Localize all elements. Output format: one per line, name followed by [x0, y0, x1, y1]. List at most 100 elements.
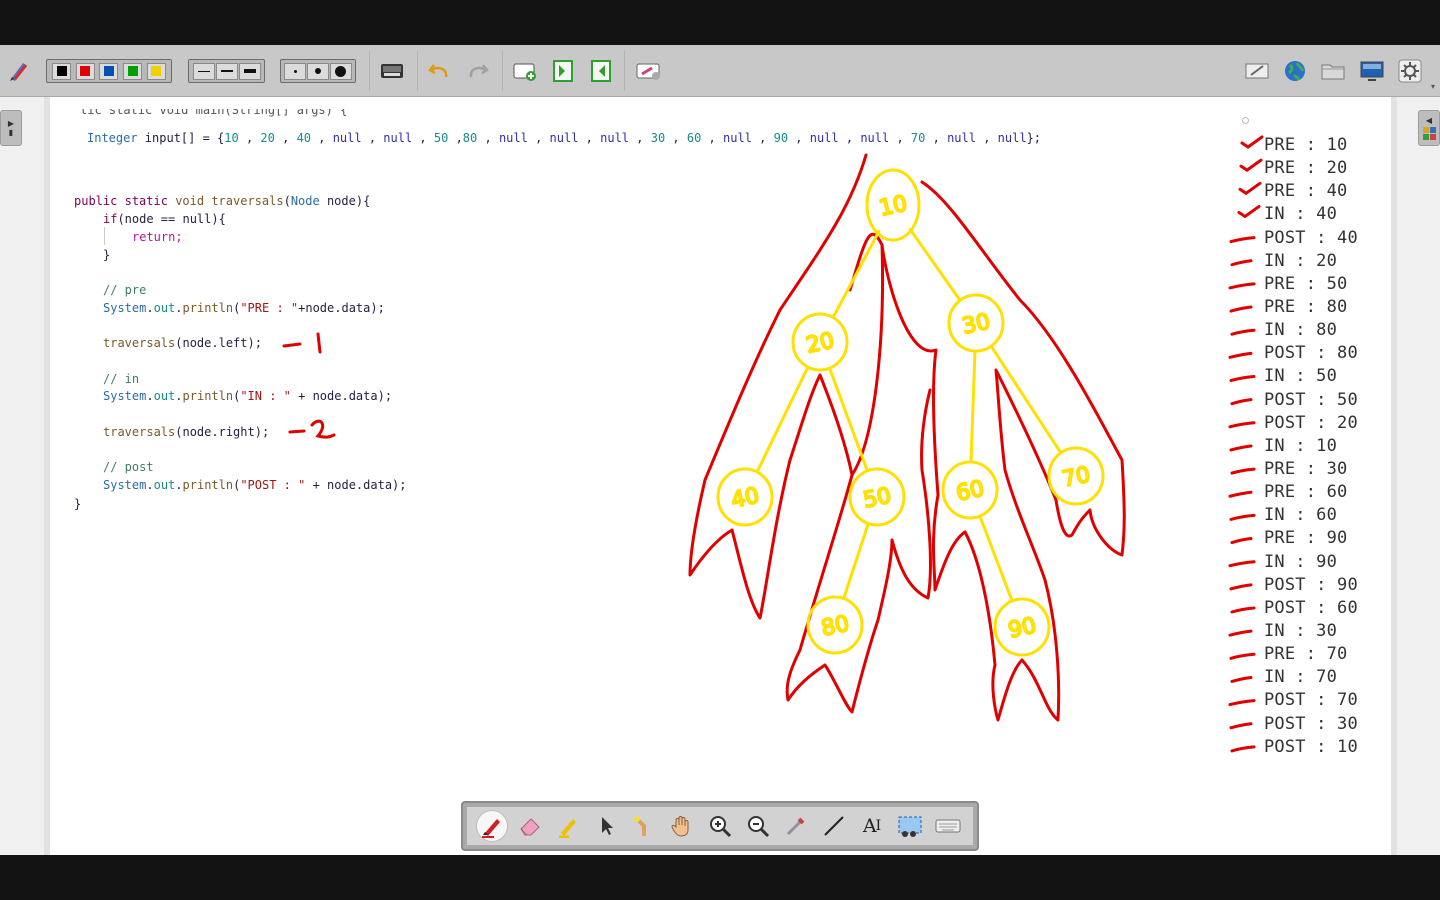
toolbar-separator	[624, 51, 625, 91]
mark-one	[316, 332, 322, 354]
output-line: IN : 90	[1264, 551, 1338, 572]
color-blue-swatch[interactable]	[99, 62, 119, 80]
app-grid-icon	[1422, 127, 1436, 140]
tree-node-30: 30	[947, 293, 1005, 353]
toolbar-separator	[417, 51, 418, 91]
highlighter-icon[interactable]	[552, 810, 584, 842]
code-if-line: if(node == null){	[103, 212, 226, 226]
tree-node-label: 30	[960, 309, 993, 339]
color-black-swatch[interactable]	[52, 62, 72, 80]
tree-edge-30-60	[969, 351, 977, 462]
output-line: IN : 20	[1264, 250, 1338, 271]
code-traverse-left: traversals(node.left);	[103, 336, 262, 350]
keyboard-icon[interactable]	[932, 810, 964, 842]
tick-mark	[1228, 560, 1256, 568]
tree-edge-10-30	[908, 228, 961, 300]
tick-mark	[1228, 490, 1253, 498]
globe-icon[interactable]	[1282, 59, 1308, 83]
tree-node-70: 70	[1047, 446, 1105, 506]
screenshot-icon[interactable]	[894, 810, 926, 842]
code-method-signature: public static void traversals(Node node)…	[74, 194, 371, 208]
settings-gear-icon[interactable]	[1397, 59, 1423, 83]
eraser-icon[interactable]	[514, 810, 546, 842]
line-thick-button[interactable]	[238, 62, 261, 80]
new-page-icon[interactable]	[512, 59, 538, 83]
tick-mark	[1229, 652, 1256, 660]
point-large-button[interactable]	[329, 62, 352, 80]
screen-icon[interactable]	[1358, 59, 1386, 83]
tree-edge-20-40	[756, 367, 809, 472]
tree-node-10: 10	[865, 168, 921, 242]
line-width-selector	[188, 59, 265, 83]
code-print-in: System.out.println("IN : " + node.data);	[103, 389, 393, 403]
pointer-icon[interactable]	[590, 810, 622, 842]
output-line: IN : 70	[1264, 667, 1338, 688]
tree-edge-60-90	[979, 516, 1013, 601]
tick-mark	[1230, 745, 1256, 753]
mark-two	[310, 419, 336, 439]
letterbox-top	[0, 0, 1440, 45]
output-line: POST : 60	[1264, 597, 1358, 618]
color-picker-icon[interactable]	[780, 810, 812, 842]
output-line: IN : 40	[1264, 204, 1338, 225]
tree-node-label: 90	[1006, 613, 1039, 643]
tree-edge-10-20	[832, 229, 881, 318]
hand-icon[interactable]	[666, 810, 698, 842]
tick-mark	[1230, 398, 1253, 406]
folder-icon[interactable]	[1320, 59, 1346, 83]
tree-node-80: 80	[806, 595, 864, 655]
tree-node-label: 60	[954, 476, 987, 506]
zoom-out-icon[interactable]	[742, 810, 774, 842]
tick-mark	[1228, 421, 1256, 429]
clear-page-icon[interactable]	[635, 59, 663, 83]
pens-menu-icon[interactable]	[6, 59, 32, 83]
code-return-line: return;	[132, 230, 183, 244]
output-line: POST : 70	[1264, 690, 1358, 711]
tick-mark	[1229, 722, 1253, 730]
tree-node-40: 40	[716, 467, 774, 527]
text-icon[interactable]: AI	[856, 810, 888, 842]
tree-node-label: 70	[1060, 462, 1093, 492]
handwritten-call-marks	[282, 332, 336, 439]
desktop-annotate-icon[interactable]	[1244, 59, 1270, 83]
tick-mark	[1230, 467, 1256, 475]
color-green-swatch[interactable]	[123, 62, 143, 80]
previous-page-icon[interactable]	[551, 59, 575, 83]
output-line: PRE : 20	[1264, 158, 1348, 179]
output-line: IN : 30	[1264, 620, 1338, 641]
code-comment-pre: // pre	[103, 283, 147, 297]
tick-mark	[1229, 583, 1253, 591]
tick-mark	[1238, 181, 1262, 196]
line-thin-button[interactable]	[192, 62, 215, 80]
toolbar-overflow-icon[interactable]: ▾	[1428, 81, 1438, 91]
color-yellow-swatch[interactable]	[146, 62, 166, 80]
redo-icon[interactable]	[465, 59, 491, 83]
color-palette	[46, 59, 172, 83]
point-medium-button[interactable]	[306, 62, 329, 80]
point-small-button[interactable]	[284, 62, 307, 80]
color-red-swatch[interactable]	[75, 62, 95, 80]
pen-icon[interactable]	[476, 810, 508, 842]
traversal-output-list: PRE : 10 PRE : 20 PRE : 40 IN : 40 POST : 40…	[1264, 134, 1358, 759]
cursor-dot-icon	[1242, 117, 1249, 124]
panel-handle-icon: ▮	[8, 128, 14, 137]
tick-mark	[1229, 444, 1253, 452]
toolbar-separator	[369, 51, 370, 91]
output-line: IN : 80	[1264, 320, 1338, 341]
line-medium-button[interactable]	[215, 62, 238, 80]
whiteboard-keyboard-icon[interactable]	[379, 59, 405, 83]
tick-mark	[1230, 259, 1253, 267]
tree-node-label: 10	[877, 191, 910, 221]
laser-icon[interactable]	[628, 810, 660, 842]
code-comment-in: // in	[103, 372, 140, 386]
left-panel-toggle[interactable]: ▶ ▮	[0, 110, 22, 146]
next-page-icon[interactable]	[589, 59, 613, 83]
code-method-close: }	[74, 497, 82, 511]
output-line: POST : 10	[1264, 736, 1358, 757]
undo-icon[interactable]	[426, 59, 452, 83]
output-line: IN : 60	[1264, 505, 1338, 526]
toolbar-separator	[502, 51, 503, 91]
zoom-in-icon[interactable]	[704, 810, 736, 842]
right-panel-toggle[interactable]: ◀	[1418, 110, 1440, 146]
line-icon[interactable]	[818, 810, 850, 842]
